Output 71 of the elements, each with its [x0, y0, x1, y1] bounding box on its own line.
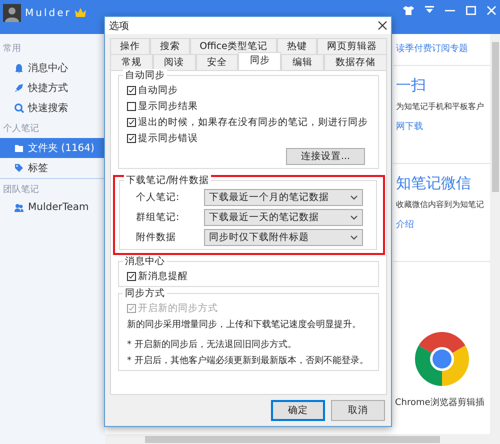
info-text: * 开启后，其他客户端必须更新到最新版本，否则不能登录。 — [127, 354, 370, 367]
group-title: 自动同步 — [123, 69, 167, 82]
group-title: 消息中心 — [123, 255, 167, 268]
tab[interactable]: 热键 — [277, 38, 318, 54]
field-label: 附件数据 — [136, 231, 177, 244]
dialog-button[interactable]: 确定 — [271, 400, 325, 421]
shirt-icon[interactable] — [403, 6, 414, 15]
tab[interactable]: 操作 — [110, 38, 150, 54]
maximize-icon[interactable] — [466, 6, 476, 15]
tab[interactable]: 阅读 — [152, 54, 196, 70]
folder-icon — [14, 143, 24, 153]
user-name[interactable]: Mulder — [25, 8, 72, 19]
info-text: * 开启新的同步后，无法退回旧同步方式。 — [127, 338, 298, 351]
tab[interactable]: 网页剪辑器 — [317, 38, 388, 54]
chevron-down-icon — [350, 235, 358, 240]
search-icon — [14, 103, 24, 113]
sidebar-item[interactable]: MulderTeam — [0, 199, 105, 216]
section-title: 一扫 — [395, 75, 427, 96]
section-header: 常用 — [2, 42, 22, 56]
tab[interactable]: 搜索 — [150, 38, 190, 54]
people-icon — [14, 202, 24, 212]
description-text: 为知笔记手机和平板客户 — [395, 101, 485, 113]
sidebar-item[interactable]: 快捷方式 — [0, 78, 105, 98]
field-label: 群组笔记: — [136, 211, 180, 224]
close-icon[interactable] — [378, 21, 387, 30]
dropdown[interactable]: 下载最近一天的笔记数据 — [204, 209, 363, 226]
download-link[interactable]: 网下载 — [393, 122, 423, 132]
section-title: 知笔记微信 — [395, 173, 472, 194]
group-title: 同步方式 — [123, 287, 167, 300]
sidebar-item[interactable]: 标签 — [0, 158, 105, 178]
dialog-button[interactable]: 取消 — [331, 400, 385, 421]
tab[interactable]: 安全 — [196, 54, 238, 70]
field-label: 个人笔记: — [136, 191, 180, 204]
chevron-down-icon — [350, 215, 358, 220]
scrollbar-thumb[interactable] — [145, 436, 440, 443]
checkbox-label: 自动同步 — [138, 84, 178, 97]
section-header: 个人笔记 — [2, 122, 40, 136]
checkbox[interactable] — [127, 134, 136, 143]
checkbox-label: 新消息提醒 — [138, 270, 188, 283]
checkbox[interactable] — [127, 102, 136, 111]
checkbox[interactable] — [127, 118, 136, 127]
tab[interactable]: Office类型笔记 — [190, 38, 278, 54]
dropdown[interactable]: 同步时仅下载附件标题 — [204, 229, 363, 246]
sidebar-item[interactable]: 快速搜索 — [0, 98, 105, 118]
checkbox-label: 提示同步错误 — [138, 132, 198, 145]
dialog-title: 选项 — [109, 20, 130, 32]
tab[interactable]: 常规 — [110, 54, 153, 70]
plugin-caption: Chrome浏览器剪辑插 — [394, 396, 486, 409]
dropdown-icon[interactable] — [425, 6, 434, 15]
tab[interactable]: 数据存储 — [324, 54, 387, 70]
tag-icon — [14, 163, 24, 173]
chevron-down-icon — [350, 195, 358, 200]
bell-icon — [14, 63, 24, 73]
dropdown[interactable]: 下载最近一个月的笔记数据 — [204, 189, 363, 206]
sidebar-item[interactable]: 文件夹 (1164) — [0, 138, 105, 158]
crown-icon — [75, 8, 86, 17]
connection-settings-button[interactable]: 连接设置... — [286, 148, 365, 165]
checkbox-label: 开启新的同步方式 — [138, 302, 218, 315]
description-text: 收藏微信内容到为知笔记 — [395, 199, 485, 211]
browser-logo-icon — [414, 332, 468, 386]
tab[interactable]: 编辑 — [281, 54, 324, 70]
checkbox[interactable] — [127, 86, 136, 95]
checkbox-label: 退出的时候，如果存在没有同步的笔记，则进行同步 — [138, 116, 368, 129]
info-text: 新的同步采用增量同步，上传和下载笔记速度会明显提升。 — [127, 318, 362, 331]
tab[interactable]: 同步 — [238, 52, 282, 70]
scrollbar-thumb[interactable] — [492, 42, 498, 192]
group-title: 下载笔记/附件数据 — [124, 174, 212, 187]
sidebar-item[interactable]: 消息中心 — [0, 58, 105, 78]
checkbox[interactable] — [127, 272, 136, 281]
intro-link[interactable]: 介绍 — [393, 220, 414, 230]
checkbox-label: 显示同步结果 — [138, 100, 198, 113]
